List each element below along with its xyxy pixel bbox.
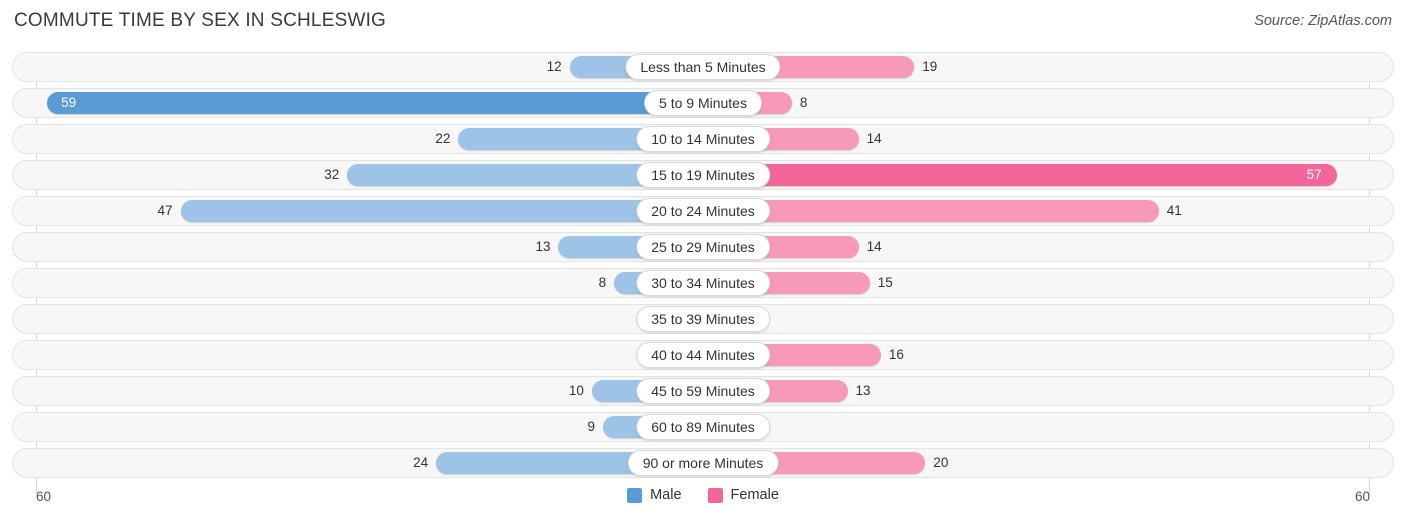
category-label: 35 to 39 Minutes [636, 306, 770, 332]
legend-swatch-icon [627, 487, 643, 503]
category-label: 10 to 14 Minutes [636, 126, 770, 152]
category-label: 15 to 19 Minutes [636, 162, 770, 188]
chart-row: 8 15 30 to 34 Minutes [12, 268, 1394, 298]
value-label-male: 32 [324, 167, 340, 182]
value-label-male: 13 [535, 239, 551, 254]
value-label-female: 19 [922, 59, 938, 74]
legend-item-male[interactable]: Male [627, 487, 682, 503]
value-label-male: 10 [568, 383, 584, 398]
chart-row: 0035 to 39 Minutes [12, 304, 1394, 334]
category-label: 5 to 9 Minutes [644, 90, 762, 116]
chart-row: 32 57 15 to 19 Minutes [12, 160, 1394, 190]
legend-item-female[interactable]: Female [707, 487, 779, 503]
value-label-female: 14 [866, 131, 882, 146]
value-label-female: 20 [933, 455, 949, 470]
bar-female[interactable] [703, 164, 1337, 186]
bar-female[interactable] [703, 200, 1159, 222]
page-title: COMMUTE TIME BY SEX IN SCHLESWIG [14, 10, 387, 31]
category-label: 30 to 34 Minutes [636, 270, 770, 296]
category-label: 25 to 29 Minutes [636, 234, 770, 260]
value-label-male: 9 [587, 419, 595, 434]
source-attribution: Source: ZipAtlas.com [1254, 13, 1392, 29]
category-label: Less than 5 Minutes [625, 54, 781, 80]
chart-row: 10 13 45 to 59 Minutes [12, 376, 1394, 406]
chart-row: 24 20 90 or more Minutes [12, 448, 1394, 478]
chart-row: 47 41 20 to 24 Minutes [12, 196, 1394, 226]
chart-page: COMMUTE TIME BY SEX IN SCHLESWIG Source:… [0, 0, 1406, 523]
value-label-male: 8 [598, 275, 607, 290]
category-label: 45 to 59 Minutes [636, 378, 770, 404]
value-label-female: 57 [1306, 167, 1322, 182]
bar-male[interactable] [47, 92, 703, 114]
chart-row: 12 19 Less than 5 Minutes [12, 52, 1394, 82]
value-label-male: 47 [157, 203, 173, 218]
legend-label: Female [730, 487, 779, 503]
legend-label: Male [650, 487, 682, 503]
category-label: 60 to 89 Minutes [636, 414, 770, 440]
diverging-bar-chart: 1219Less than 5 Minutes5985 to 9 Minutes… [12, 52, 1394, 494]
chart-row: 13 14 25 to 29 Minutes [12, 232, 1394, 262]
value-label-female: 16 [888, 347, 904, 362]
value-label-female: 41 [1166, 203, 1182, 218]
value-label-male: 22 [435, 131, 451, 146]
legend-swatch-icon [707, 487, 723, 503]
chart-row: 9160 to 89 Minutes [12, 412, 1394, 442]
chart-row: 5985 to 9 Minutes [12, 88, 1394, 118]
chart-row: 41640 to 44 Minutes [12, 340, 1394, 370]
chart-legend: Male Female [0, 487, 1406, 503]
bar-male[interactable] [180, 200, 703, 222]
value-label-female: 8 [799, 95, 808, 110]
chart-row: 22 14 10 to 14 Minutes [12, 124, 1394, 154]
value-label-male: 12 [546, 59, 562, 74]
category-label: 40 to 44 Minutes [636, 342, 770, 368]
value-label-female: 14 [866, 239, 882, 254]
category-label: 20 to 24 Minutes [636, 198, 770, 224]
category-label: 90 or more Minutes [627, 450, 779, 476]
value-label-male: 24 [413, 455, 429, 470]
value-label-female: 13 [855, 383, 871, 398]
value-label-female: 15 [877, 275, 893, 290]
